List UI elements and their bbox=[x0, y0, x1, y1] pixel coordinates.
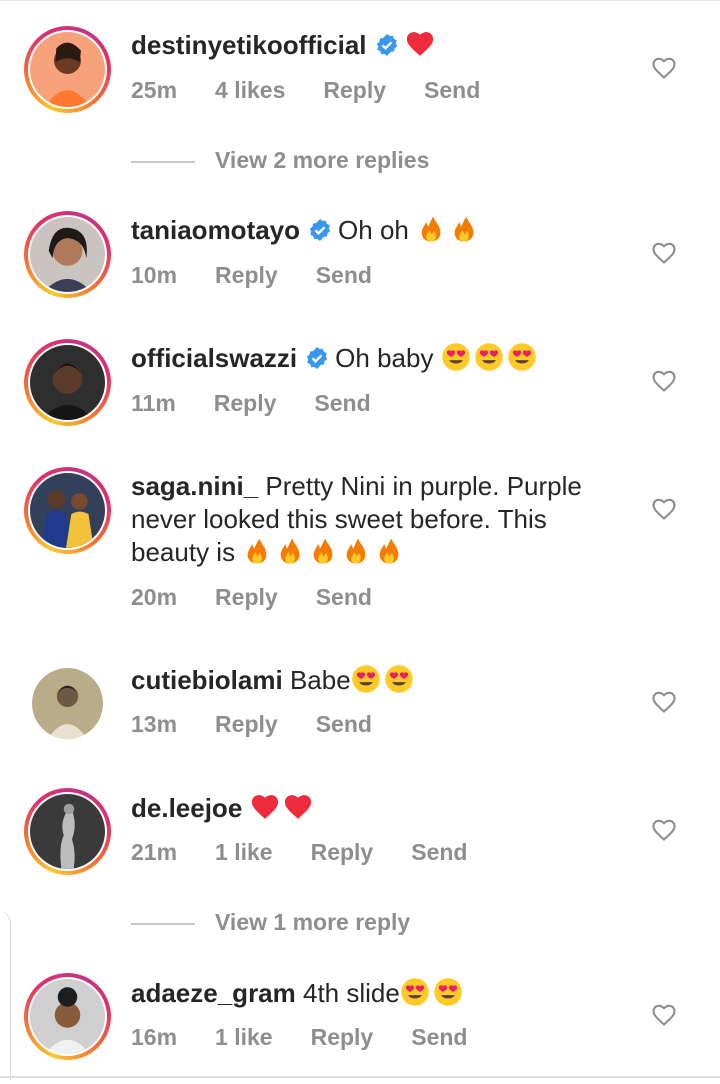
reply-button[interactable]: Reply bbox=[215, 262, 278, 289]
comment-time: 13m bbox=[131, 711, 178, 737]
reply-button[interactable]: Reply bbox=[215, 584, 278, 611]
send-button[interactable]: Send bbox=[411, 839, 467, 866]
comment-time: 10m bbox=[131, 262, 178, 288]
username[interactable]: de.leejoe bbox=[131, 793, 242, 823]
like-heart-icon[interactable] bbox=[650, 1001, 678, 1027]
heart-eyes-icon bbox=[384, 665, 413, 693]
reply-button[interactable]: Reply bbox=[323, 77, 386, 104]
username[interactable]: saga.nini_ bbox=[131, 471, 258, 501]
likes-count[interactable]: 1 like bbox=[215, 839, 273, 866]
red-heart-icon bbox=[284, 795, 311, 819]
username[interactable]: officialswazzi bbox=[131, 343, 297, 373]
comment-text-line: saga.nini_ Pretty Nini in purple. Purple… bbox=[131, 470, 611, 569]
like-heart-icon[interactable] bbox=[650, 816, 678, 842]
heart-eyes-icon bbox=[401, 978, 429, 1006]
avatar[interactable] bbox=[24, 973, 111, 1060]
avatar[interactable] bbox=[24, 339, 111, 426]
comment-text: 4th slide bbox=[303, 978, 400, 1008]
comment-text-line: adaeze_gram 4th slide bbox=[131, 977, 466, 1010]
avatar[interactable] bbox=[24, 788, 111, 875]
fire-icon bbox=[454, 216, 474, 242]
comment-text-line: de.leejoe bbox=[131, 792, 316, 825]
comment-text-line: cutiebiolami Babe bbox=[131, 664, 417, 697]
comment-meta: 25m 4 likes Reply Send bbox=[131, 77, 518, 104]
verified-badge-icon bbox=[309, 219, 331, 241]
avatar[interactable] bbox=[24, 660, 111, 747]
bottom-divider bbox=[0, 1076, 720, 1078]
verified-badge-icon bbox=[307, 347, 328, 369]
divider-dash bbox=[131, 160, 195, 163]
comment-time: 21m bbox=[131, 839, 178, 865]
red-heart-icon bbox=[406, 32, 433, 56]
heart-eyes-icon bbox=[351, 665, 380, 693]
comment-meta: 16m 1 like Reply Send bbox=[131, 1024, 505, 1051]
like-heart-icon[interactable] bbox=[650, 54, 678, 80]
top-divider bbox=[0, 0, 720, 1]
username[interactable]: adaeze_gram bbox=[131, 978, 296, 1008]
comment-text: Oh baby bbox=[335, 343, 434, 373]
send-button[interactable]: Send bbox=[316, 711, 372, 738]
likes-count[interactable]: 4 likes bbox=[215, 77, 285, 104]
send-button[interactable]: Send bbox=[424, 77, 480, 104]
send-button[interactable]: Send bbox=[314, 390, 370, 417]
send-button[interactable]: Send bbox=[411, 1024, 467, 1051]
username[interactable]: taniaomotayo bbox=[131, 215, 300, 245]
comment-text-line: destinyetikoofficial bbox=[131, 29, 438, 62]
fire-icon bbox=[313, 538, 333, 564]
comment-time: 16m bbox=[131, 1024, 178, 1050]
fire-icon bbox=[379, 538, 399, 564]
comment-meta: 10m Reply Send bbox=[131, 262, 410, 289]
comment-time: 20m bbox=[131, 584, 178, 610]
heart-eyes-icon bbox=[434, 978, 462, 1006]
reply-button[interactable]: Reply bbox=[214, 390, 277, 417]
likes-count[interactable]: 1 like bbox=[215, 1024, 273, 1051]
view-more-replies[interactable]: View 1 more reply bbox=[131, 909, 410, 936]
username[interactable]: destinyetikoofficial bbox=[131, 30, 367, 60]
comment-time: 25m bbox=[131, 77, 178, 103]
view-more-label[interactable]: View 1 more reply bbox=[215, 909, 410, 935]
sheet-edge bbox=[0, 910, 11, 1080]
reply-button[interactable]: Reply bbox=[215, 711, 278, 738]
view-more-label[interactable]: View 2 more replies bbox=[215, 147, 429, 173]
divider-dash bbox=[131, 922, 195, 925]
comment-meta: 21m 1 like Reply Send bbox=[131, 839, 505, 866]
comment-text: Oh oh bbox=[338, 215, 409, 245]
send-button[interactable]: Send bbox=[316, 262, 372, 289]
fire-icon bbox=[280, 538, 300, 564]
reply-button[interactable]: Reply bbox=[311, 839, 374, 866]
like-heart-icon[interactable] bbox=[650, 495, 678, 521]
heart-eyes-icon bbox=[474, 343, 503, 371]
comment-time: 11m bbox=[131, 390, 176, 416]
fire-icon bbox=[346, 538, 366, 564]
like-heart-icon[interactable] bbox=[650, 367, 678, 393]
like-heart-icon[interactable] bbox=[650, 239, 678, 265]
comment-meta: 13m Reply Send bbox=[131, 711, 410, 738]
view-more-replies[interactable]: View 2 more replies bbox=[131, 147, 429, 174]
fire-icon bbox=[247, 538, 267, 564]
comment-text-line: officialswazzi Oh baby bbox=[131, 342, 540, 375]
avatar[interactable] bbox=[24, 26, 111, 113]
comment-meta: 11m Reply Send bbox=[131, 390, 409, 417]
send-button[interactable]: Send bbox=[316, 584, 372, 611]
verified-badge-icon bbox=[376, 34, 397, 56]
comment-meta: 20m Reply Send bbox=[131, 584, 410, 611]
like-heart-icon[interactable] bbox=[650, 688, 678, 714]
comment-text: Babe bbox=[289, 665, 351, 695]
username[interactable]: cutiebiolami bbox=[131, 665, 283, 695]
avatar[interactable] bbox=[24, 211, 111, 298]
heart-eyes-icon bbox=[507, 343, 536, 371]
comment-text-line: taniaomotayo Oh oh bbox=[131, 214, 482, 247]
reply-button[interactable]: Reply bbox=[311, 1024, 374, 1051]
red-heart-icon bbox=[251, 795, 278, 819]
heart-eyes-icon bbox=[441, 343, 470, 371]
fire-icon bbox=[421, 216, 441, 242]
avatar[interactable] bbox=[24, 467, 111, 554]
